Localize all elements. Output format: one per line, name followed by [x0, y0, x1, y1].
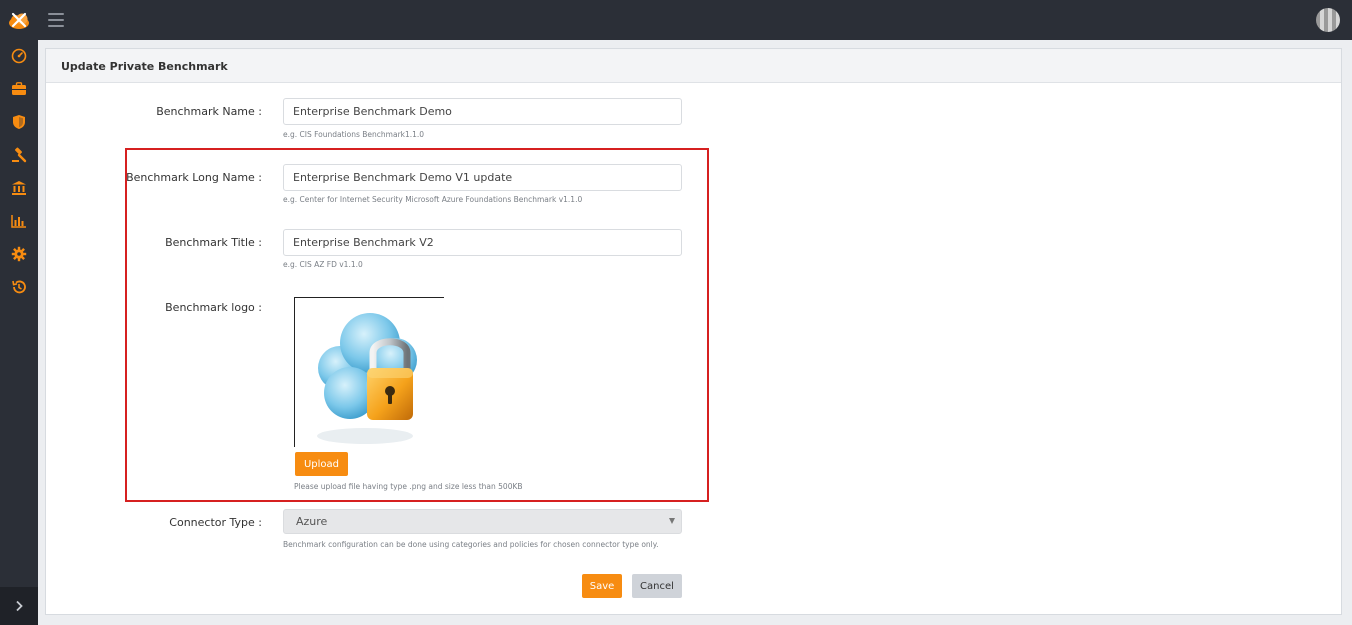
benchmark-name-label: Benchmark Name :	[156, 105, 262, 118]
benchmark-title-label: Benchmark Title :	[165, 236, 262, 249]
cloud-lock-icon	[317, 313, 417, 444]
top-bar	[0, 0, 1352, 40]
connector-type-hint: Benchmark configuration can be done usin…	[283, 540, 659, 549]
connector-type-select[interactable]: Azure	[283, 509, 682, 534]
dashboard-icon[interactable]	[10, 47, 28, 65]
institution-icon[interactable]	[10, 179, 28, 197]
benchmark-title-input[interactable]	[283, 229, 682, 256]
benchmark-long-name-hint: e.g. Center for Internet Security Micros…	[283, 195, 583, 204]
connector-type-label: Connector Type :	[169, 516, 262, 529]
chevron-right-icon[interactable]	[0, 587, 38, 625]
sidebar	[0, 40, 38, 625]
benchmark-name-hint: e.g. CIS Foundations Benchmark1.1.0	[283, 130, 425, 139]
benchmark-title-hint: e.g. CIS AZ FD v1.1.0	[283, 260, 363, 269]
benchmark-name-input[interactable]	[283, 98, 682, 125]
panel-title: Update Private Benchmark	[46, 49, 1341, 83]
briefcase-icon[interactable]	[10, 80, 28, 98]
gavel-icon[interactable]	[10, 146, 28, 164]
avatar[interactable]	[1316, 8, 1340, 32]
benchmark-logo-preview	[294, 297, 444, 447]
benchmark-logo-label: Benchmark logo :	[165, 301, 262, 314]
save-button[interactable]: Save	[582, 574, 622, 598]
hamburger-icon[interactable]	[48, 13, 64, 27]
cloud-logo-icon[interactable]	[8, 10, 30, 30]
upload-button[interactable]: Upload	[295, 452, 348, 476]
benchmark-long-name-input[interactable]	[283, 164, 682, 191]
bar-chart-icon[interactable]	[10, 212, 28, 230]
caret-down-icon	[669, 518, 675, 524]
benchmark-long-name-label: Benchmark Long Name :	[126, 171, 262, 184]
shield-icon[interactable]	[10, 113, 28, 131]
connector-type-value: Azure	[296, 515, 328, 528]
cancel-button[interactable]: Cancel	[632, 574, 682, 598]
gear-icon[interactable]	[10, 245, 28, 263]
upload-hint: Please upload file having type .png and …	[294, 482, 523, 491]
history-icon[interactable]	[10, 278, 28, 296]
